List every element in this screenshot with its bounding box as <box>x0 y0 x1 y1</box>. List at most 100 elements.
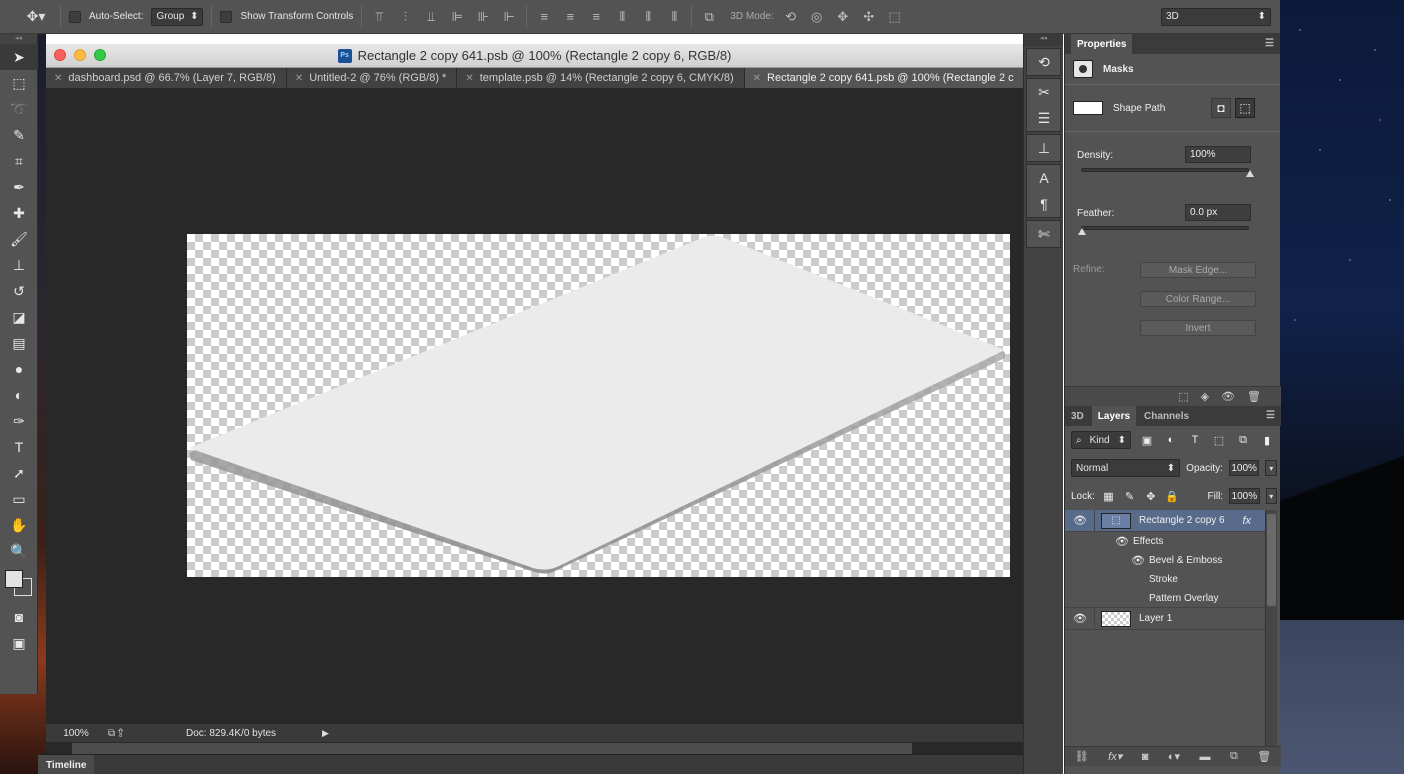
minimize-window-button[interactable] <box>74 49 86 61</box>
3d-slide-icon[interactable]: ✣ <box>860 8 878 26</box>
distribute-bottom-icon[interactable]: ≡ <box>587 8 605 26</box>
scroll-thumb[interactable] <box>1267 514 1276 606</box>
shape-filter-icon[interactable]: ⬚ <box>1211 432 1227 448</box>
paragraph-icon[interactable]: ¶ <box>1027 191 1061 217</box>
add-style-icon[interactable]: fx▾ <box>1108 750 1122 763</box>
3d-roll-icon[interactable]: ◎ <box>808 8 826 26</box>
doc-tab[interactable]: ✕ Untitled-2 @ 76% (RGB/8) * <box>286 68 458 88</box>
add-mask-icon[interactable]: ◙ <box>1142 751 1149 763</box>
toggle-mask-visibility-icon[interactable]: 👁 <box>1221 390 1235 403</box>
adjustments-icon[interactable]: ☰ <box>1027 105 1061 131</box>
lock-image-icon[interactable]: ✎ <box>1122 488 1137 504</box>
brush-presets-icon[interactable]: ✂ <box>1027 79 1061 105</box>
distribute-hcenter-icon[interactable]: ⦀ <box>639 8 657 26</box>
layer-row[interactable]: 👁 Layer 1 <box>1065 608 1265 630</box>
add-pixel-mask-icon[interactable]: ◘ <box>1211 98 1231 118</box>
screen-mode-icon[interactable]: ▣ <box>0 630 38 656</box>
fill-arrow-icon[interactable]: ▾ <box>1265 488 1277 504</box>
layer-row[interactable]: 👁 ⬚ Rectangle 2 copy 6 fx <box>1065 510 1265 532</box>
path-select-tool-icon[interactable]: ➚ <box>0 460 38 486</box>
quick-mask-icon[interactable]: ◙ <box>0 604 38 630</box>
workspace-dropdown[interactable]: 3D ⬍ <box>1161 7 1271 26</box>
auto-select-dropdown[interactable]: Group ⬍ <box>151 7 204 26</box>
auto-align-icon[interactable]: ⧉ <box>700 8 718 26</box>
rectangle-tool-icon[interactable]: ▭ <box>0 486 38 512</box>
3d-scale-icon[interactable]: ⬚ <box>886 8 904 26</box>
panel-menu-icon[interactable]: ☰ <box>1265 38 1274 49</box>
layers-scrollbar[interactable] <box>1265 510 1277 754</box>
3d-rotate-icon[interactable]: ⟲ <box>782 8 800 26</box>
density-field[interactable]: 100% <box>1185 146 1251 163</box>
brush-tool-icon[interactable]: 🖌 <box>0 226 38 252</box>
dodge-tool-icon[interactable]: ◐ <box>0 382 38 408</box>
effect-row[interactable]: Stroke <box>1065 570 1265 589</box>
close-icon[interactable]: ✕ <box>295 73 303 84</box>
type-filter-icon[interactable]: T <box>1187 432 1203 448</box>
distribute-left-icon[interactable]: ⦀ <box>613 8 631 26</box>
adjustment-layer-icon[interactable]: ◐▾ <box>1168 750 1180 763</box>
close-icon[interactable]: ✕ <box>465 73 473 84</box>
pen-tool-icon[interactable]: ✑ <box>0 408 38 434</box>
density-slider[interactable] <box>1081 168 1254 177</box>
zoom-tool-icon[interactable]: 🔍 <box>0 538 38 564</box>
fx-icon[interactable]: fx <box>1242 515 1251 527</box>
tab-layers[interactable]: Layers <box>1091 406 1137 426</box>
delete-layer-icon[interactable]: 🗑 <box>1257 750 1271 763</box>
blur-tool-icon[interactable]: ● <box>0 356 38 382</box>
panel-collapse-icon[interactable]: ◂◂ <box>1024 34 1063 46</box>
opacity-field[interactable]: 100% <box>1228 460 1260 476</box>
gradient-tool-icon[interactable]: ▤ <box>0 330 38 356</box>
invert-button[interactable]: Invert <box>1140 320 1256 336</box>
zoom-level-field[interactable]: 100% <box>46 728 106 739</box>
align-top-icon[interactable]: ⫪ <box>370 8 388 26</box>
tool-presets-icon[interactable]: ✄ <box>1027 221 1061 247</box>
vector-mask-thumbnail[interactable] <box>1073 101 1103 115</box>
status-icons[interactable]: ⧉ ⇪ <box>108 728 124 739</box>
eraser-tool-icon[interactable]: ◪ <box>0 304 38 330</box>
adjustment-filter-icon[interactable]: ◐ <box>1163 432 1179 448</box>
effect-row[interactable]: Pattern Overlay <box>1065 589 1265 608</box>
tab-channels[interactable]: Channels <box>1138 406 1195 426</box>
history-brush-tool-icon[interactable]: ↺ <box>0 278 38 304</box>
align-hcenter-icon[interactable]: ⊪ <box>474 8 492 26</box>
move-tool-icon[interactable]: ➤ <box>0 44 38 70</box>
layer-name[interactable]: Rectangle 2 copy 6 <box>1139 515 1225 526</box>
lock-all-icon[interactable]: 🔒 <box>1164 488 1179 504</box>
close-window-button[interactable] <box>54 49 66 61</box>
fill-field[interactable]: 100% <box>1229 488 1260 504</box>
window-title-bar[interactable]: Ps Rectangle 2 copy 641.psb @ 100% (Rect… <box>46 44 1023 68</box>
horizontal-scrollbar[interactable] <box>72 742 912 754</box>
load-selection-icon[interactable]: ⬚ <box>1178 390 1188 403</box>
filter-toggle-icon[interactable]: ▮ <box>1259 432 1275 448</box>
doc-tab[interactable]: ✕ template.psb @ 14% (Rectangle 2 copy 6,… <box>457 68 745 88</box>
tab-3d[interactable]: 3D <box>1065 406 1090 426</box>
show-transform-checkbox[interactable] <box>220 10 233 23</box>
pixel-filter-icon[interactable]: ▣ <box>1139 432 1155 448</box>
healing-brush-tool-icon[interactable]: ✚ <box>0 200 38 226</box>
eye-icon[interactable]: 👁 <box>1115 536 1129 548</box>
document-canvas[interactable] <box>187 234 1010 577</box>
mask-edge-button[interactable]: Mask Edge... <box>1140 262 1256 278</box>
delete-mask-icon[interactable]: 🗑 <box>1247 390 1261 403</box>
effect-row[interactable]: 👁 Bevel & Emboss <box>1065 551 1265 570</box>
distribute-right-icon[interactable]: ⦀ <box>665 8 683 26</box>
blend-mode-dropdown[interactable]: Normal ⬍ <box>1071 459 1181 477</box>
foreground-color-swatch[interactable] <box>5 570 23 588</box>
lock-transparent-icon[interactable]: ▦ <box>1101 488 1116 504</box>
3d-pan-icon[interactable]: ✥ <box>834 8 852 26</box>
character-icon[interactable]: A <box>1027 165 1061 191</box>
effects-row[interactable]: 👁 Effects <box>1065 532 1265 551</box>
filter-kind-dropdown[interactable]: ⌕ Kind ⬍ <box>1071 431 1131 449</box>
properties-tab[interactable]: Properties <box>1071 34 1133 54</box>
canvas-area[interactable] <box>46 88 1023 724</box>
distribute-vcenter-icon[interactable]: ≡ <box>561 8 579 26</box>
crop-tool-icon[interactable]: ⌗ <box>0 148 38 174</box>
apply-mask-icon[interactable]: ◈ <box>1201 390 1209 403</box>
zoom-window-button[interactable] <box>94 49 106 61</box>
hand-tool-icon[interactable]: ✋ <box>0 512 38 538</box>
eye-icon[interactable]: 👁 <box>1073 613 1087 625</box>
new-layer-icon[interactable]: ⧉ <box>1230 750 1238 763</box>
auto-select-checkbox[interactable] <box>69 10 81 23</box>
opacity-arrow-icon[interactable]: ▾ <box>1265 460 1277 476</box>
timeline-tab[interactable]: Timeline <box>38 755 95 774</box>
